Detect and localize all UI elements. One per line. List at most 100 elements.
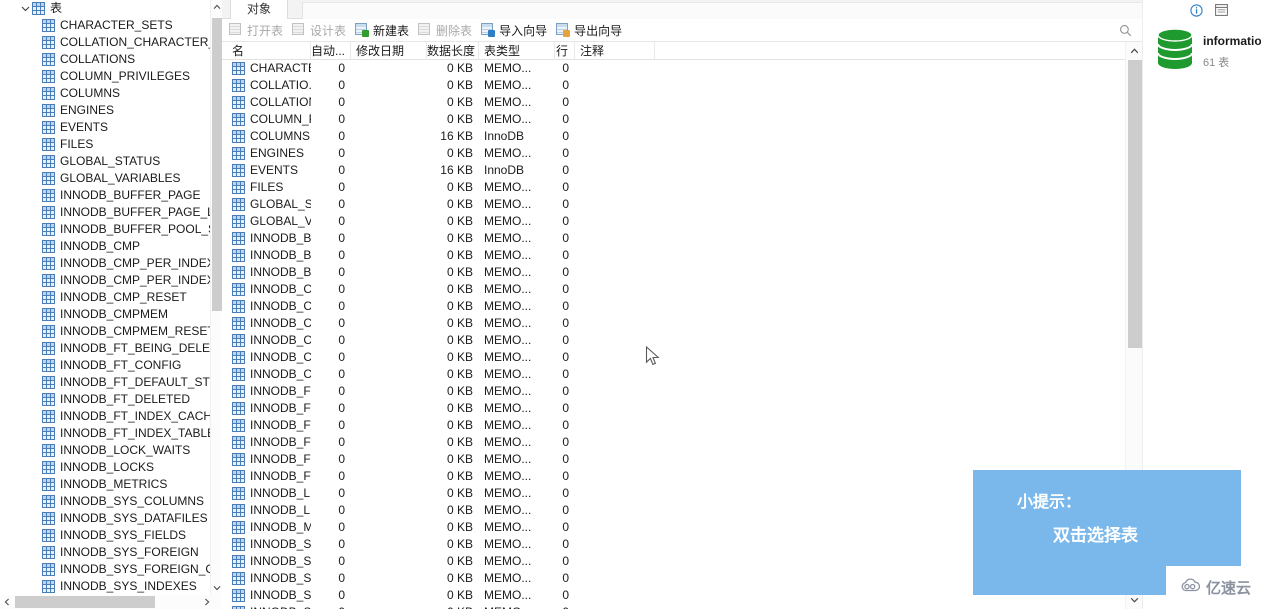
table-row[interactable]: INNODB_B... 0 0 KB MEMO... 0 xyxy=(222,230,1125,247)
cell-text: ENGINES xyxy=(250,146,305,160)
table-row[interactable]: INNODB_B... 0 0 KB MEMO... 0 xyxy=(222,247,1125,264)
sidebar-item-innodb_ft_default_stopwc[interactable]: INNODB_FT_DEFAULT_STOPWC xyxy=(0,374,210,391)
sidebar-item-innodb_sys_columns[interactable]: INNODB_SYS_COLUMNS xyxy=(0,493,210,510)
table-row[interactable]: GLOBAL_V... 0 0 KB MEMO... 0 xyxy=(222,213,1125,230)
sidebar-item-label: INNODB_BUFFER_POOL_STATS xyxy=(60,222,210,236)
chevron-down-icon[interactable] xyxy=(18,0,32,17)
sidebar-item-innodb_cmpmem[interactable]: INNODB_CMPMEM xyxy=(0,306,210,323)
table-row[interactable]: INNODB_C... 0 0 KB MEMO... 0 xyxy=(222,298,1125,315)
table-row[interactable]: GLOBAL_ST... 0 0 KB MEMO... 0 xyxy=(222,196,1125,213)
table-row[interactable]: INNODB_FT... 0 0 KB MEMO... 0 xyxy=(222,417,1125,434)
table-row[interactable]: INNODB_C... 0 0 KB MEMO... 0 xyxy=(222,349,1125,366)
list-scroll-thumb[interactable] xyxy=(1128,60,1142,348)
tree-horizontal-scrollbar[interactable] xyxy=(0,595,222,609)
sidebar-item-innodb_ft_deleted[interactable]: INNODB_FT_DELETED xyxy=(0,391,210,408)
table-row[interactable]: INNODB_C... 0 0 KB MEMO... 0 xyxy=(222,366,1125,383)
sidebar-item-column_privileges[interactable]: COLUMN_PRIVILEGES xyxy=(0,68,210,85)
cell-auto_inc: 0 xyxy=(311,604,351,609)
sidebar-item-innodb_sys_fields[interactable]: INNODB_SYS_FIELDS xyxy=(0,527,210,544)
search-icon[interactable] xyxy=(1117,22,1134,39)
table-row[interactable]: COLUMNS 0 16 KB InnoDB 0 xyxy=(222,128,1125,145)
sidebar-item-innodb_cmp_per_index_rese[interactable]: INNODB_CMP_PER_INDEX_RESE xyxy=(0,272,210,289)
table-row[interactable]: INNODB_C... 0 0 KB MEMO... 0 xyxy=(222,281,1125,298)
cell-comment xyxy=(575,94,655,111)
sidebar-item-global_status[interactable]: GLOBAL_STATUS xyxy=(0,153,210,170)
column-header-table_type[interactable]: 表类型 xyxy=(479,42,555,60)
sidebar-item-innodb_cmp[interactable]: INNODB_CMP xyxy=(0,238,210,255)
sidebar-item-collations[interactable]: COLLATIONS xyxy=(0,51,210,68)
sidebar-item-innodb_sys_foreign[interactable]: INNODB_SYS_FOREIGN xyxy=(0,544,210,561)
cell-auto_inc: 0 xyxy=(338,554,345,568)
sidebar-item-innodb_sys_foreign_cols[interactable]: INNODB_SYS_FOREIGN_COLS xyxy=(0,561,210,578)
sidebar-item-character_sets[interactable]: CHARACTER_SETS xyxy=(0,17,210,34)
column-header-auto_inc[interactable]: 自动... xyxy=(311,42,351,60)
sidebar-item-innodb_metrics[interactable]: INNODB_METRICS xyxy=(0,476,210,493)
tree-hscroll-thumb[interactable] xyxy=(15,596,155,608)
list-scroll-down-icon[interactable] xyxy=(1126,593,1143,607)
sidebar-item-columns[interactable]: COLUMNS xyxy=(0,85,210,102)
table-row[interactable]: EVENTS 0 16 KB InnoDB 0 xyxy=(222,162,1125,179)
sidebar-item-global_variables[interactable]: GLOBAL_VARIABLES xyxy=(0,170,210,187)
column-header-data_length[interactable]: 数据长度 xyxy=(427,42,479,60)
table-row[interactable]: INNODB_FT... 0 0 KB MEMO... 0 xyxy=(222,434,1125,451)
column-header-comment[interactable]: 注释 xyxy=(575,42,655,60)
sidebar-item-innodb_lock_waits[interactable]: INNODB_LOCK_WAITS xyxy=(0,442,210,459)
info-icon[interactable] xyxy=(1189,3,1204,18)
table-row[interactable]: INNODB_FT... 0 0 KB MEMO... 0 xyxy=(222,383,1125,400)
open-table-button[interactable]: 打开表 xyxy=(226,20,288,41)
cell-data_length: 0 KB xyxy=(446,248,473,262)
column-header-rows[interactable]: 行 xyxy=(555,42,575,60)
sidebar-item-innodb_buffer_page_lru[interactable]: INNODB_BUFFER_PAGE_LRU xyxy=(0,204,210,221)
table-row[interactable]: INNODB_S...00 KBMEMO...0 xyxy=(222,604,1125,609)
table-row[interactable]: ENGINES 0 0 KB MEMO... 0 xyxy=(222,145,1125,162)
sidebar-item-collation_character_set_[interactable]: COLLATION_CHARACTER_SET_ xyxy=(0,34,210,51)
table-row[interactable]: CHARACTE... 0 0 KB MEMO... 0 xyxy=(222,60,1125,77)
sidebar-item-innodb_sys_datafiles[interactable]: INNODB_SYS_DATAFILES xyxy=(0,510,210,527)
table-row[interactable]: INNODB_B... 0 0 KB MEMO... 0 xyxy=(222,264,1125,281)
sidebar-item-innodb_buffer_page[interactable]: INNODB_BUFFER_PAGE xyxy=(0,187,210,204)
table-row[interactable]: INNODB_FT... 0 0 KB MEMO... 0 xyxy=(222,451,1125,468)
sidebar-item-innodb_ft_config[interactable]: INNODB_FT_CONFIG xyxy=(0,357,210,374)
tree-scroll-area[interactable]: 表 CHARACTER_SETS COLLATION_CHARACTER_SET_… xyxy=(0,0,210,595)
sidebar-item-files[interactable]: FILES xyxy=(0,136,210,153)
import-wizard-button[interactable]: 导入向导 xyxy=(478,20,552,41)
sidebar-item-innodb_ft_index_table[interactable]: INNODB_FT_INDEX_TABLE xyxy=(0,425,210,442)
sidebar-item-innodb_cmp_per_index[interactable]: INNODB_CMP_PER_INDEX xyxy=(0,255,210,272)
sidebar-item-engines[interactable]: ENGINES xyxy=(0,102,210,119)
scroll-up-icon[interactable] xyxy=(211,0,222,14)
table-row[interactable]: INNODB_FT... 0 0 KB MEMO... 0 xyxy=(222,400,1125,417)
tree-scroll-thumb[interactable] xyxy=(212,18,222,311)
scroll-down-icon[interactable] xyxy=(211,581,222,595)
tree-root-tables[interactable]: 表 xyxy=(0,0,210,17)
delete-table-button[interactable]: 删除表 xyxy=(415,20,477,41)
scroll-left-icon[interactable] xyxy=(0,595,14,609)
sidebar-item-events[interactable]: EVENTS xyxy=(0,119,210,136)
column-header-modified[interactable]: 修改日期 xyxy=(351,42,427,60)
sidebar-item-innodb_ft_index_cache[interactable]: INNODB_FT_INDEX_CACHE xyxy=(0,408,210,425)
table-row[interactable]: INNODB_C... 0 0 KB MEMO... 0 xyxy=(222,332,1125,349)
sidebar-item-innodb_buffer_pool_stats[interactable]: INNODB_BUFFER_POOL_STATS xyxy=(0,221,210,238)
sidebar-item-innodb_sys_indexes[interactable]: INNODB_SYS_INDEXES xyxy=(0,578,210,595)
sidebar-item-label: INNODB_CMPMEM xyxy=(60,307,169,321)
table-row[interactable]: COLLATIONS 0 0 KB MEMO... 0 xyxy=(222,94,1125,111)
export-wizard-button[interactable]: 导出向导 xyxy=(553,20,627,41)
cell-comment xyxy=(575,281,655,298)
properties-icon[interactable] xyxy=(1214,3,1229,18)
tree-vertical-scrollbar[interactable] xyxy=(210,0,222,595)
sidebar-item-innodb_locks[interactable]: INNODB_LOCKS xyxy=(0,459,210,476)
sidebar-item-innodb_cmp_reset[interactable]: INNODB_CMP_RESET xyxy=(0,289,210,306)
table-row[interactable]: INNODB_C... 0 0 KB MEMO... 0 xyxy=(222,315,1125,332)
sidebar-item-innodb_ft_being_deleted[interactable]: INNODB_FT_BEING_DELETED xyxy=(0,340,210,357)
new-table-button[interactable]: 新建表 xyxy=(352,20,414,41)
design-table-button[interactable]: 设计表 xyxy=(289,20,351,41)
list-scroll-up-icon[interactable] xyxy=(1126,44,1143,58)
scroll-right-icon[interactable] xyxy=(200,595,214,609)
cell-auto_inc: 0 xyxy=(338,299,345,313)
tab-object[interactable]: 对象 xyxy=(230,0,289,19)
table-row[interactable]: COLUMN_P... 0 0 KB MEMO... 0 xyxy=(222,111,1125,128)
table-row[interactable]: COLLATIO... 0 0 KB MEMO... 0 xyxy=(222,77,1125,94)
cell-text: INNODB_C... xyxy=(250,367,311,381)
column-header-name[interactable]: 名 xyxy=(227,42,311,60)
sidebar-item-innodb_cmpmem_reset[interactable]: INNODB_CMPMEM_RESET xyxy=(0,323,210,340)
table-row[interactable]: FILES 0 0 KB MEMO... 0 xyxy=(222,179,1125,196)
